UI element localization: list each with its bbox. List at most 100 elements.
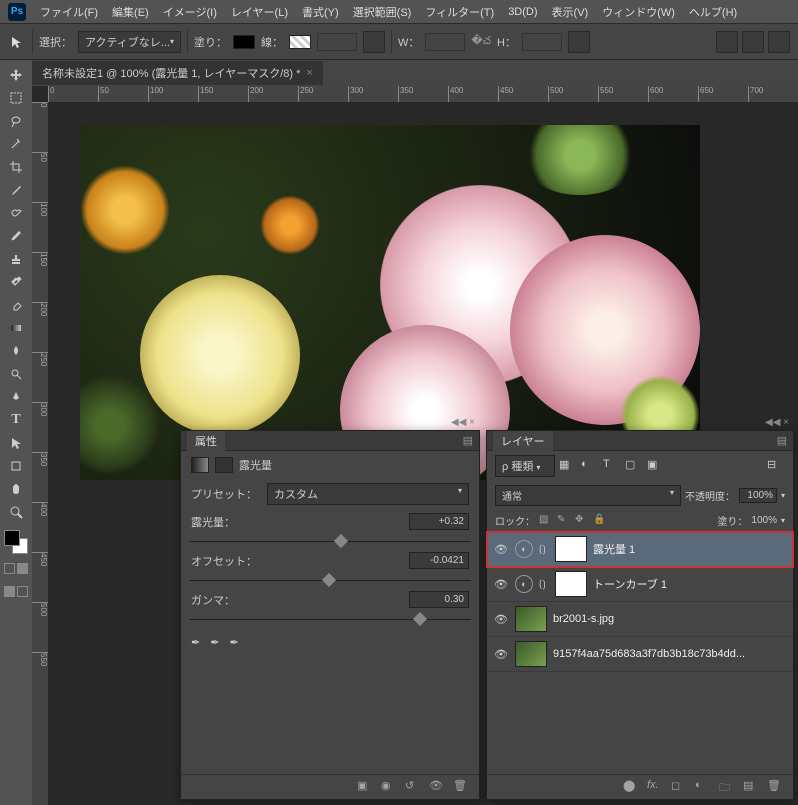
eraser-tool[interactable]	[2, 294, 30, 316]
brush-tool[interactable]	[2, 225, 30, 247]
layer-row[interactable]: 👁 br2001-s.jpg	[487, 602, 793, 637]
panel-collapse-icon[interactable]: ◀◀ ×	[451, 417, 475, 428]
offset-field[interactable]: -0.0421	[409, 552, 469, 569]
wand-tool[interactable]	[2, 133, 30, 155]
new-adjustment-icon[interactable]: ◐	[695, 779, 713, 795]
canvas[interactable]	[80, 125, 700, 480]
blend-mode-dropdown[interactable]: 通常 ▾	[495, 485, 681, 506]
layer-name[interactable]: 9157f4aa75d683a3f7db3b18c73b4dd...	[553, 648, 745, 660]
settings-button[interactable]	[768, 31, 790, 53]
delete-adjustment-icon[interactable]: 🗑	[453, 779, 471, 795]
filter-type-icon[interactable]: T	[603, 458, 621, 474]
zoom-tool[interactable]	[2, 501, 30, 523]
blur-tool[interactable]	[2, 340, 30, 362]
gamma-field[interactable]: 0.30	[409, 591, 469, 608]
screen-mode[interactable]	[0, 563, 32, 581]
opacity-field[interactable]: 100%	[739, 488, 777, 503]
lock-all-icon[interactable]: 🔒	[593, 514, 607, 528]
close-tab-icon[interactable]: ×	[306, 67, 312, 79]
lasso-tool[interactable]	[2, 110, 30, 132]
lock-position-icon[interactable]: ✥	[575, 514, 589, 528]
add-mask-icon[interactable]: ◻	[671, 779, 689, 795]
quickmask-mode[interactable]	[0, 586, 32, 604]
stroke-swatch[interactable]	[289, 35, 311, 49]
new-layer-icon[interactable]: ▤	[743, 779, 761, 795]
height-field[interactable]	[522, 33, 562, 51]
crop-tool[interactable]	[2, 156, 30, 178]
filter-adjust-icon[interactable]: ◐	[581, 458, 599, 474]
menu-file[interactable]: ファイル(F)	[40, 4, 98, 20]
layers-tab[interactable]: レイヤー	[493, 431, 553, 451]
stroke-style-button[interactable]	[363, 31, 385, 53]
properties-tab[interactable]: 属性	[187, 431, 225, 451]
new-group-icon[interactable]: 🗀	[719, 779, 737, 795]
link-icon[interactable]: ⟮⟯	[539, 544, 549, 555]
history-brush-tool[interactable]	[2, 271, 30, 293]
menu-filter[interactable]: フィルター(T)	[425, 4, 494, 20]
panel-menu-icon[interactable]: ▤	[777, 434, 787, 447]
document-tab[interactable]: 名称未設定1 @ 100% (露光量 1, レイヤーマスク/8) * ×	[32, 61, 323, 85]
visibility-icon[interactable]: 👁	[493, 543, 509, 556]
move-tool-indicator[interactable]	[8, 33, 26, 51]
clip-to-layer-icon[interactable]: ▣	[357, 779, 375, 795]
menu-view[interactable]: 表示(V)	[552, 4, 589, 20]
hand-tool[interactable]	[2, 478, 30, 500]
toggle-visibility-icon[interactable]: 👁	[429, 779, 447, 795]
move-tool[interactable]	[2, 64, 30, 86]
layer-row[interactable]: 👁◐⟮⟯トーンカーブ 1	[487, 567, 793, 602]
menu-layer[interactable]: レイヤー(L)	[231, 4, 288, 20]
exposure-slider[interactable]	[189, 534, 471, 548]
type-tool[interactable]: T	[2, 409, 30, 431]
width-field[interactable]	[425, 33, 465, 51]
foreground-color[interactable]	[4, 530, 20, 546]
dodge-tool[interactable]	[2, 363, 30, 385]
delete-layer-icon[interactable]: 🗑	[767, 779, 785, 795]
layer-name[interactable]: トーンカーブ 1	[593, 576, 667, 592]
layer-row[interactable]: 👁9157f4aa75d683a3f7db3b18c73b4dd...	[487, 637, 793, 672]
menu-select[interactable]: 選択範囲(S)	[353, 4, 412, 20]
eyedropper-tool[interactable]	[2, 179, 30, 201]
gamma-slider[interactable]	[189, 612, 471, 626]
link-layers-icon[interactable]: ⬤	[623, 779, 641, 795]
link-icon[interactable]: ⟮⟯	[539, 579, 549, 590]
panel-collapse-icon[interactable]: ◀◀ ×	[765, 417, 789, 428]
offset-slider[interactable]	[189, 573, 471, 587]
visibility-icon[interactable]: 👁	[493, 613, 509, 626]
path-select-tool[interactable]	[2, 432, 30, 454]
color-swatches[interactable]	[0, 528, 32, 558]
view-previous-icon[interactable]: ◉	[381, 779, 399, 795]
menu-3d[interactable]: 3D(D)	[508, 6, 537, 18]
shape-options-button[interactable]	[568, 31, 590, 53]
layer-filter-dropdown[interactable]: ρ 種類 ▾	[495, 455, 555, 477]
stroke-width-field[interactable]	[317, 33, 357, 51]
gradient-tool[interactable]	[2, 317, 30, 339]
preset-dropdown[interactable]: カスタム▾	[267, 483, 469, 505]
eyedropper-white-icon[interactable]: ✒	[229, 636, 238, 649]
menu-type[interactable]: 書式(Y)	[302, 4, 339, 20]
menu-edit[interactable]: 編集(E)	[112, 4, 149, 20]
filter-smart-icon[interactable]: ▣	[647, 458, 665, 474]
layer-thumbnail[interactable]	[515, 641, 547, 667]
marquee-tool[interactable]	[2, 87, 30, 109]
layer-effects-icon[interactable]: fx.	[647, 779, 665, 795]
eyedropper-gray-icon[interactable]: ✒	[210, 636, 219, 649]
shape-tool[interactable]	[2, 455, 30, 477]
filter-toggle-icon[interactable]: ⊟	[767, 458, 785, 474]
layer-mask-icon[interactable]	[215, 457, 233, 473]
mask-thumbnail[interactable]	[555, 536, 587, 562]
layer-name[interactable]: br2001-s.jpg	[553, 613, 614, 625]
menu-window[interactable]: ウィンドウ(W)	[602, 4, 675, 20]
eyedropper-black-icon[interactable]: ✒	[191, 636, 200, 649]
fill-swatch[interactable]	[233, 35, 255, 49]
lock-transparent-icon[interactable]: ▨	[539, 514, 553, 528]
pen-tool[interactable]	[2, 386, 30, 408]
panel-menu-icon[interactable]: ▤	[463, 434, 473, 447]
menu-image[interactable]: イメージ(I)	[163, 4, 217, 20]
arrange-button[interactable]	[742, 31, 764, 53]
menu-help[interactable]: ヘルプ(H)	[689, 4, 737, 20]
visibility-icon[interactable]: 👁	[493, 578, 509, 591]
stamp-tool[interactable]	[2, 248, 30, 270]
filter-pixel-icon[interactable]: ▦	[559, 458, 577, 474]
fill-opacity-field[interactable]: 100%	[751, 515, 777, 526]
lock-pixels-icon[interactable]: ✎	[557, 514, 571, 528]
